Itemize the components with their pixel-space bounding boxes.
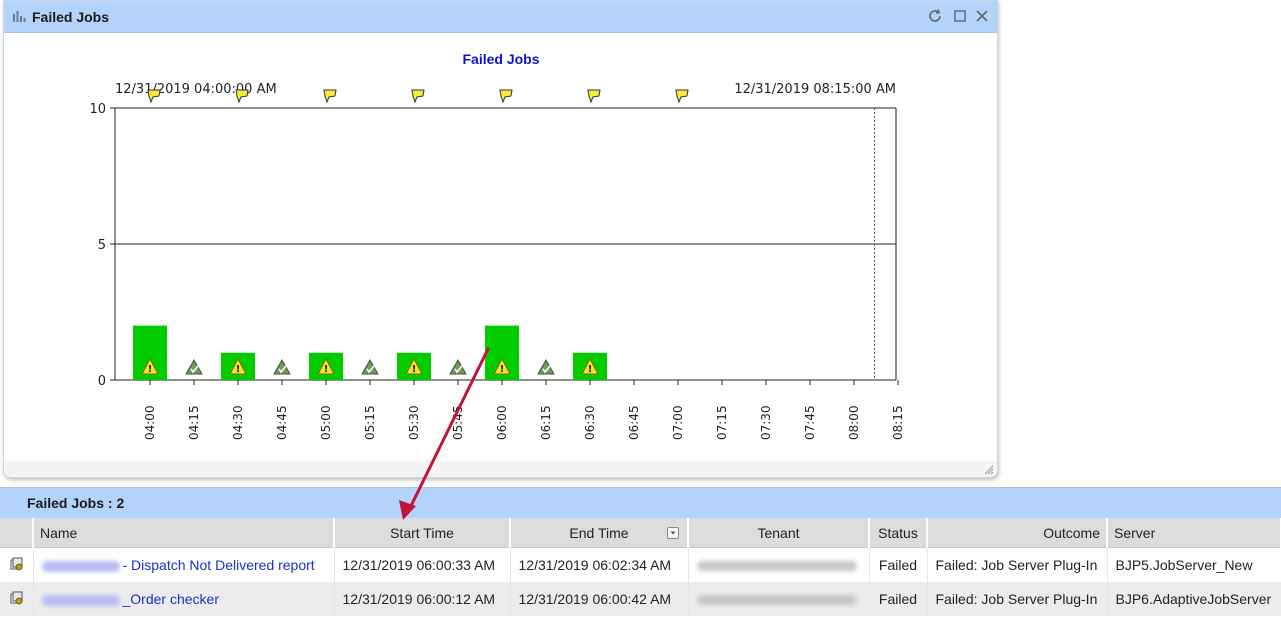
job-name-cell[interactable]: _Order checker — [33, 582, 335, 616]
warning-icon-mark: ! — [324, 364, 329, 375]
column-header-server[interactable]: Server — [1107, 518, 1281, 548]
flag-icon — [323, 89, 337, 104]
job-icon — [10, 591, 23, 604]
x-tick-label: 04:30 — [231, 405, 245, 440]
chart-start-time: 12/31/2019 04:00:00 AM — [115, 82, 277, 97]
failed-jobs-window: Failed Jobs Failed Jobs 12/31/2019 04:00… — [3, 0, 998, 478]
grid-header: Failed Jobs : 2 — [0, 487, 1281, 519]
job-icon-cell — [0, 582, 34, 616]
chart-end-time: 12/31/2019 08:15:00 AM — [734, 82, 896, 97]
warning-icon-mark: ! — [412, 364, 417, 375]
plot-area: 0 5 10 04:00 04:15 04:30 04:45 05:00 05:15 05:30 0… — [89, 89, 905, 440]
window-title: Failed Jobs — [32, 9, 110, 25]
failed-jobs-table: Name Start Time End Time Tenant Status O… — [0, 518, 1281, 616]
failed-jobs-chart: Failed Jobs 12/31/2019 04:00:00 AM 12/31… — [89, 51, 905, 440]
tenant-cell — [688, 547, 870, 582]
x-tick-label: 06:30 — [583, 405, 597, 440]
start-time-cell: 12/31/2019 06:00:12 AM — [334, 582, 511, 616]
outcome-cell: Failed: Job Server Plug-In — [927, 582, 1108, 616]
x-tick-label: 07:15 — [715, 405, 729, 440]
grid-title: Failed Jobs : 2 — [27, 495, 125, 511]
x-tick-label: 07:45 — [803, 405, 817, 440]
flag-icon — [499, 89, 513, 104]
y-tick-label: 10 — [89, 102, 106, 117]
redacted-tenant — [696, 561, 857, 572]
x-tick-label: 08:15 — [891, 405, 905, 440]
chart-title: Failed Jobs — [462, 51, 539, 67]
table-header-row: Name Start Time End Time Tenant Status O… — [0, 518, 1281, 548]
x-tick-label: 05:45 — [451, 405, 465, 440]
column-header-status[interactable]: Status — [869, 518, 928, 548]
x-tick-label: 06:15 — [539, 405, 553, 440]
x-tick-label: 06:45 — [627, 405, 641, 440]
flag-icon — [587, 89, 601, 104]
job-icon — [10, 557, 23, 570]
warning-icon-mark: ! — [500, 364, 505, 375]
job-name-link[interactable]: _Order checker — [123, 591, 219, 607]
column-header-icon — [0, 518, 34, 548]
column-header-tenant[interactable]: Tenant — [688, 518, 870, 548]
chevron-down-icon[interactable] — [667, 527, 679, 539]
warning-icon-mark: ! — [148, 364, 153, 375]
flag-icon — [675, 89, 689, 104]
maximize-icon[interactable] — [952, 8, 968, 24]
bar-chart-icon — [13, 11, 26, 22]
server-cell: BJP5.JobServer_New — [1107, 547, 1281, 582]
job-name-cell[interactable]: - Dispatch Not Delivered report — [33, 547, 335, 582]
warning-icon-mark: ! — [236, 364, 241, 375]
redacted-job-id — [41, 594, 120, 606]
outcome-cell: Failed: Job Server Plug-In — [927, 547, 1108, 582]
status-cell: Failed — [869, 582, 928, 616]
x-tick-label: 04:00 — [143, 405, 157, 440]
end-time-cell: 12/31/2019 06:02:34 AM — [510, 547, 689, 582]
warning-icon-mark: ! — [588, 364, 593, 375]
job-icon-cell — [0, 547, 34, 582]
window-footer — [4, 461, 997, 477]
server-cell: BJP6.AdaptiveJobServer — [1107, 582, 1281, 616]
column-header-name[interactable]: Name — [33, 518, 335, 548]
start-time-cell: 12/31/2019 06:00:33 AM — [334, 547, 511, 582]
column-header-start-time[interactable]: Start Time — [334, 518, 511, 548]
y-tick-label: 5 — [98, 238, 106, 253]
redacted-job-id — [41, 560, 120, 572]
job-name-link[interactable]: - Dispatch Not Delivered report — [123, 557, 315, 573]
x-tick-label: 07:00 — [671, 405, 685, 440]
resize-grip-icon[interactable] — [984, 465, 994, 475]
table-row[interactable]: _Order checker 12/31/2019 06:00:12 AM 12… — [0, 582, 1281, 616]
end-time-cell: 12/31/2019 06:00:42 AM — [510, 582, 689, 616]
x-tick-label: 04:15 — [187, 405, 201, 440]
x-tick-label: 07:30 — [759, 405, 773, 440]
y-tick-label: 0 — [98, 374, 106, 389]
x-tick-label: 05:00 — [319, 405, 333, 440]
x-tick-label: 04:45 — [275, 405, 289, 440]
column-header-end-time[interactable]: End Time — [510, 518, 689, 548]
flag-icon — [411, 89, 425, 104]
tenant-cell — [688, 582, 870, 616]
flag-icon — [235, 89, 249, 104]
refresh-icon[interactable] — [927, 8, 943, 24]
x-tick-label: 05:15 — [363, 405, 377, 440]
table-row[interactable]: - Dispatch Not Delivered report 12/31/20… — [0, 547, 1281, 582]
close-icon[interactable] — [974, 8, 990, 24]
x-tick-label: 06:00 — [495, 405, 509, 440]
column-header-end-time-label: End Time — [569, 524, 629, 541]
redacted-tenant — [696, 595, 857, 606]
x-tick-label: 08:00 — [847, 405, 861, 440]
window-titlebar: Failed Jobs — [4, 1, 997, 33]
chart-area: Failed Jobs 12/31/2019 04:00:00 AM 12/31… — [4, 33, 997, 461]
flag-icon — [147, 89, 161, 104]
status-cell: Failed — [869, 547, 928, 582]
x-tick-label: 05:30 — [407, 405, 421, 440]
column-header-outcome[interactable]: Outcome — [927, 518, 1108, 548]
